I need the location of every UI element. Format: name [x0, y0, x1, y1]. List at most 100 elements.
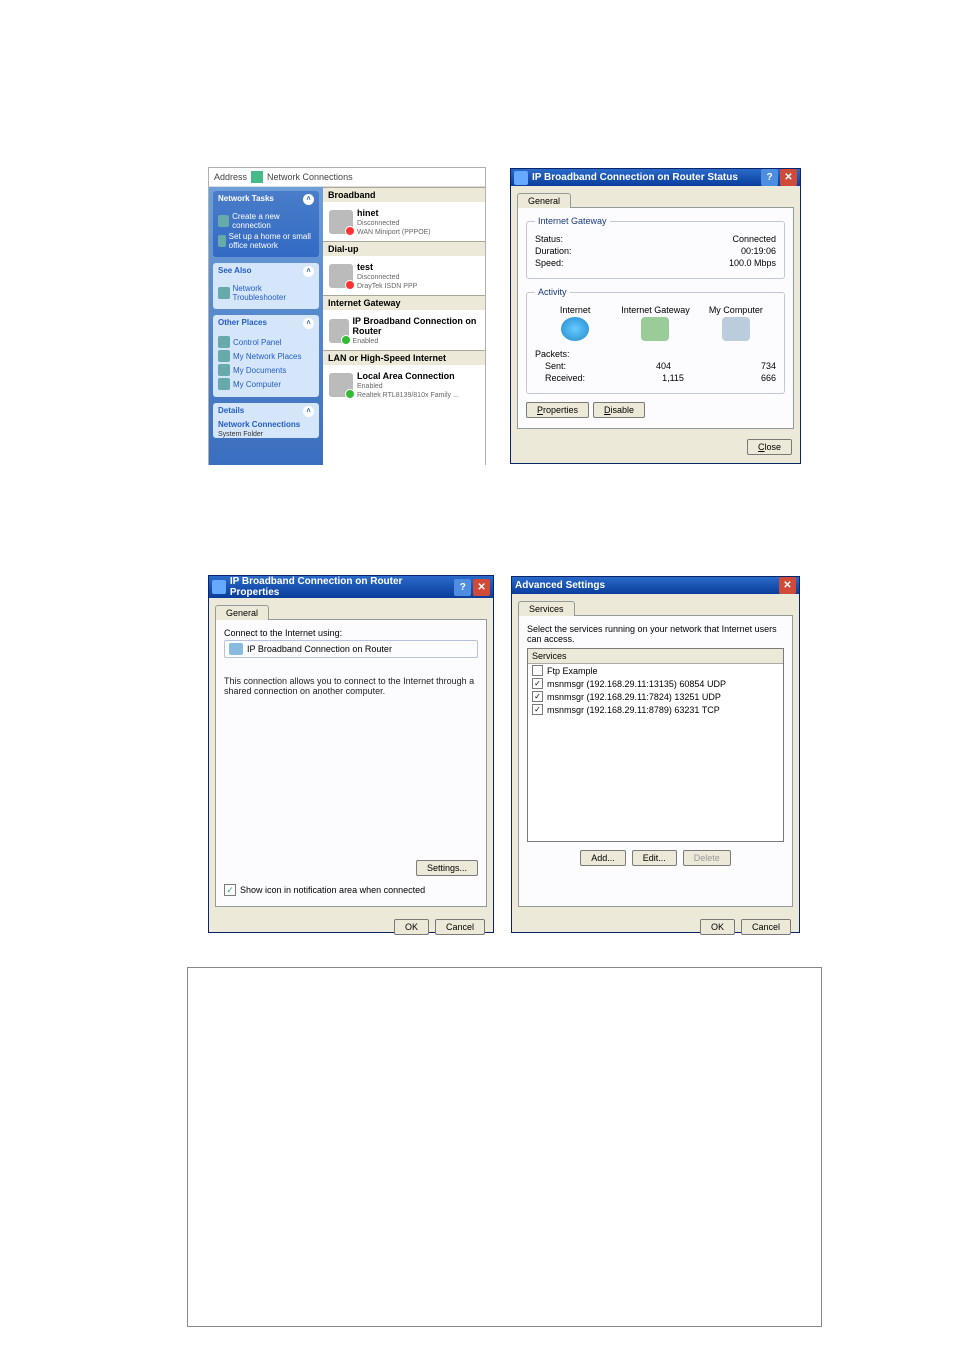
- ok-button[interactable]: OK: [394, 919, 429, 935]
- close-dialog-button[interactable]: Close: [747, 439, 792, 455]
- help-button[interactable]: ?: [454, 579, 471, 596]
- col-computer: My Computer: [696, 305, 776, 343]
- link-control-panel[interactable]: Control Panel: [218, 336, 314, 348]
- address-label: Address: [214, 172, 247, 182]
- label: Sent:: [535, 361, 566, 371]
- service-label: msnmsgr (192.168.29.11:13135) 60854 UDP: [547, 679, 726, 689]
- connection-text: Local Area Connection Enabled Realtek RT…: [357, 371, 459, 399]
- details-panel: Details ˄ Network Connections System Fol…: [213, 403, 319, 438]
- label: Received:: [535, 373, 585, 383]
- gateway-icon: [641, 317, 669, 341]
- connection-icon: [229, 643, 243, 655]
- recv-computer: 666: [761, 373, 776, 383]
- service-buttons: Add... Edit... Delete: [527, 850, 784, 866]
- computer-icon: [722, 317, 750, 341]
- label: Duration:: [535, 246, 572, 256]
- panel-items: Network Troubleshooter: [213, 280, 319, 309]
- tab-general[interactable]: General: [517, 193, 571, 208]
- ok-button[interactable]: OK: [700, 919, 735, 935]
- sent-computer: 734: [761, 361, 776, 371]
- chevron-up-icon[interactable]: ˄: [303, 266, 314, 277]
- service-label: msnmsgr (192.168.29.11:8789) 63231 TCP: [547, 705, 720, 715]
- edit-button[interactable]: Edit...: [632, 850, 677, 866]
- panel-header[interactable]: Details ˄: [213, 403, 319, 420]
- connection-text: hinet Disconnected WAN Miniport (PPPOE): [357, 208, 431, 236]
- settings-button[interactable]: Settings...: [416, 860, 478, 876]
- service-row[interactable]: ✓msnmsgr (192.168.29.11:7824) 13251 UDP: [528, 690, 783, 703]
- panel-header[interactable]: Other Places ˄: [213, 315, 319, 332]
- list-header: Services: [528, 649, 783, 664]
- panel-header[interactable]: See Also ˄: [213, 263, 319, 280]
- cancel-button[interactable]: Cancel: [435, 919, 485, 935]
- description-text: This connection allows you to connect to…: [224, 676, 478, 696]
- label: Packets:: [535, 349, 570, 359]
- col-label: My Computer: [709, 305, 763, 315]
- checkbox-icon[interactable]: ✓: [532, 691, 543, 702]
- service-row[interactable]: Ftp Example: [528, 664, 783, 677]
- close-button[interactable]: ✕: [473, 579, 490, 596]
- link-my-computer[interactable]: My Computer: [218, 378, 314, 390]
- item-label: Control Panel: [233, 338, 281, 347]
- window-title: Advanced Settings: [515, 580, 605, 591]
- connection-hinet[interactable]: hinet Disconnected WAN Miniport (PPPOE): [323, 203, 485, 241]
- details-type: System Folder: [213, 431, 319, 438]
- panel-title: Details: [218, 406, 244, 417]
- task-setup-network[interactable]: Set up a home or small office network: [218, 232, 314, 250]
- globe-icon: [561, 317, 589, 341]
- panel-header[interactable]: Network Tasks ˄: [213, 191, 319, 208]
- dialog-body: Services Select the services running on …: [512, 594, 799, 913]
- tab-strip: General: [209, 598, 493, 619]
- recv-gateway: 1,115: [585, 373, 761, 383]
- link-network-places[interactable]: My Network Places: [218, 350, 314, 362]
- titlebar: Advanced Settings ✕: [512, 577, 799, 594]
- see-also-panel: See Also ˄ Network Troubleshooter: [213, 263, 319, 309]
- instruction-text: Select the services running on your netw…: [527, 624, 784, 644]
- panel-items: Create a new connection Set up a home or…: [213, 208, 319, 257]
- checkbox-icon[interactable]: [532, 665, 543, 676]
- value: 00:19:06: [741, 246, 776, 256]
- connection-lan[interactable]: Local Area Connection Enabled Realtek RT…: [323, 366, 485, 404]
- tab-general[interactable]: General: [215, 605, 269, 620]
- details-name: Network Connections: [213, 420, 319, 431]
- service-row[interactable]: ✓ msnmsgr (192.168.29.11:13135) 60854 UDP: [528, 677, 783, 690]
- connection-test[interactable]: test Disconnected DrayTek ISDN PPP: [323, 257, 485, 295]
- show-icon-checkbox-row[interactable]: ✓ Show icon in notification area when co…: [224, 884, 425, 896]
- link-my-documents[interactable]: My Documents: [218, 364, 314, 376]
- tab-services[interactable]: Services: [518, 601, 575, 616]
- row-speed: Speed:100.0 Mbps: [535, 258, 776, 268]
- panel-title: Other Places: [218, 318, 267, 329]
- chevron-up-icon[interactable]: ˄: [303, 318, 314, 329]
- network-connections-window: Address Network Connections Network Task…: [208, 167, 486, 465]
- checkbox-icon[interactable]: ✓: [532, 704, 543, 715]
- address-value: Network Connections: [267, 172, 353, 182]
- task-create-connection[interactable]: Create a new connection: [218, 212, 314, 230]
- add-button[interactable]: Add...: [580, 850, 626, 866]
- disable-button[interactable]: Disable: [593, 402, 645, 418]
- connection-name: test: [357, 262, 373, 272]
- panel-title: Network Tasks: [218, 194, 274, 205]
- help-icon: [218, 287, 230, 299]
- chevron-up-icon[interactable]: ˄: [303, 406, 314, 417]
- computer-icon: [218, 378, 230, 390]
- row-sent: Sent: 404 734: [535, 361, 776, 371]
- connection-text: test Disconnected DrayTek ISDN PPP: [357, 262, 417, 290]
- col-label: Internet Gateway: [621, 305, 690, 315]
- service-label: Ftp Example: [547, 666, 598, 676]
- chevron-up-icon[interactable]: ˄: [303, 194, 314, 205]
- link-troubleshooter[interactable]: Network Troubleshooter: [218, 284, 314, 302]
- help-button[interactable]: ?: [761, 169, 778, 186]
- services-listbox[interactable]: Services Ftp Example ✓msnmsgr (192.168.2…: [527, 648, 784, 842]
- group-lan: LAN or High-Speed Internet: [323, 350, 485, 366]
- close-button[interactable]: ✕: [779, 577, 796, 594]
- properties-button[interactable]: Properties: [526, 402, 589, 418]
- checkbox-icon[interactable]: ✓: [532, 678, 543, 689]
- tab-strip: General: [511, 186, 800, 207]
- close-button[interactable]: ✕: [780, 169, 797, 186]
- empty-image-frame: [187, 967, 822, 1327]
- service-row[interactable]: ✓ msnmsgr (192.168.29.11:8789) 63231 TCP: [528, 703, 783, 716]
- nc-body: Network Tasks ˄ Create a new connection …: [209, 187, 485, 465]
- cancel-button[interactable]: Cancel: [741, 919, 791, 935]
- connection-gateway[interactable]: IP Broadband Connection on Router Enable…: [323, 311, 485, 350]
- checkbox-icon[interactable]: ✓: [224, 884, 236, 896]
- network-icon: [218, 235, 226, 247]
